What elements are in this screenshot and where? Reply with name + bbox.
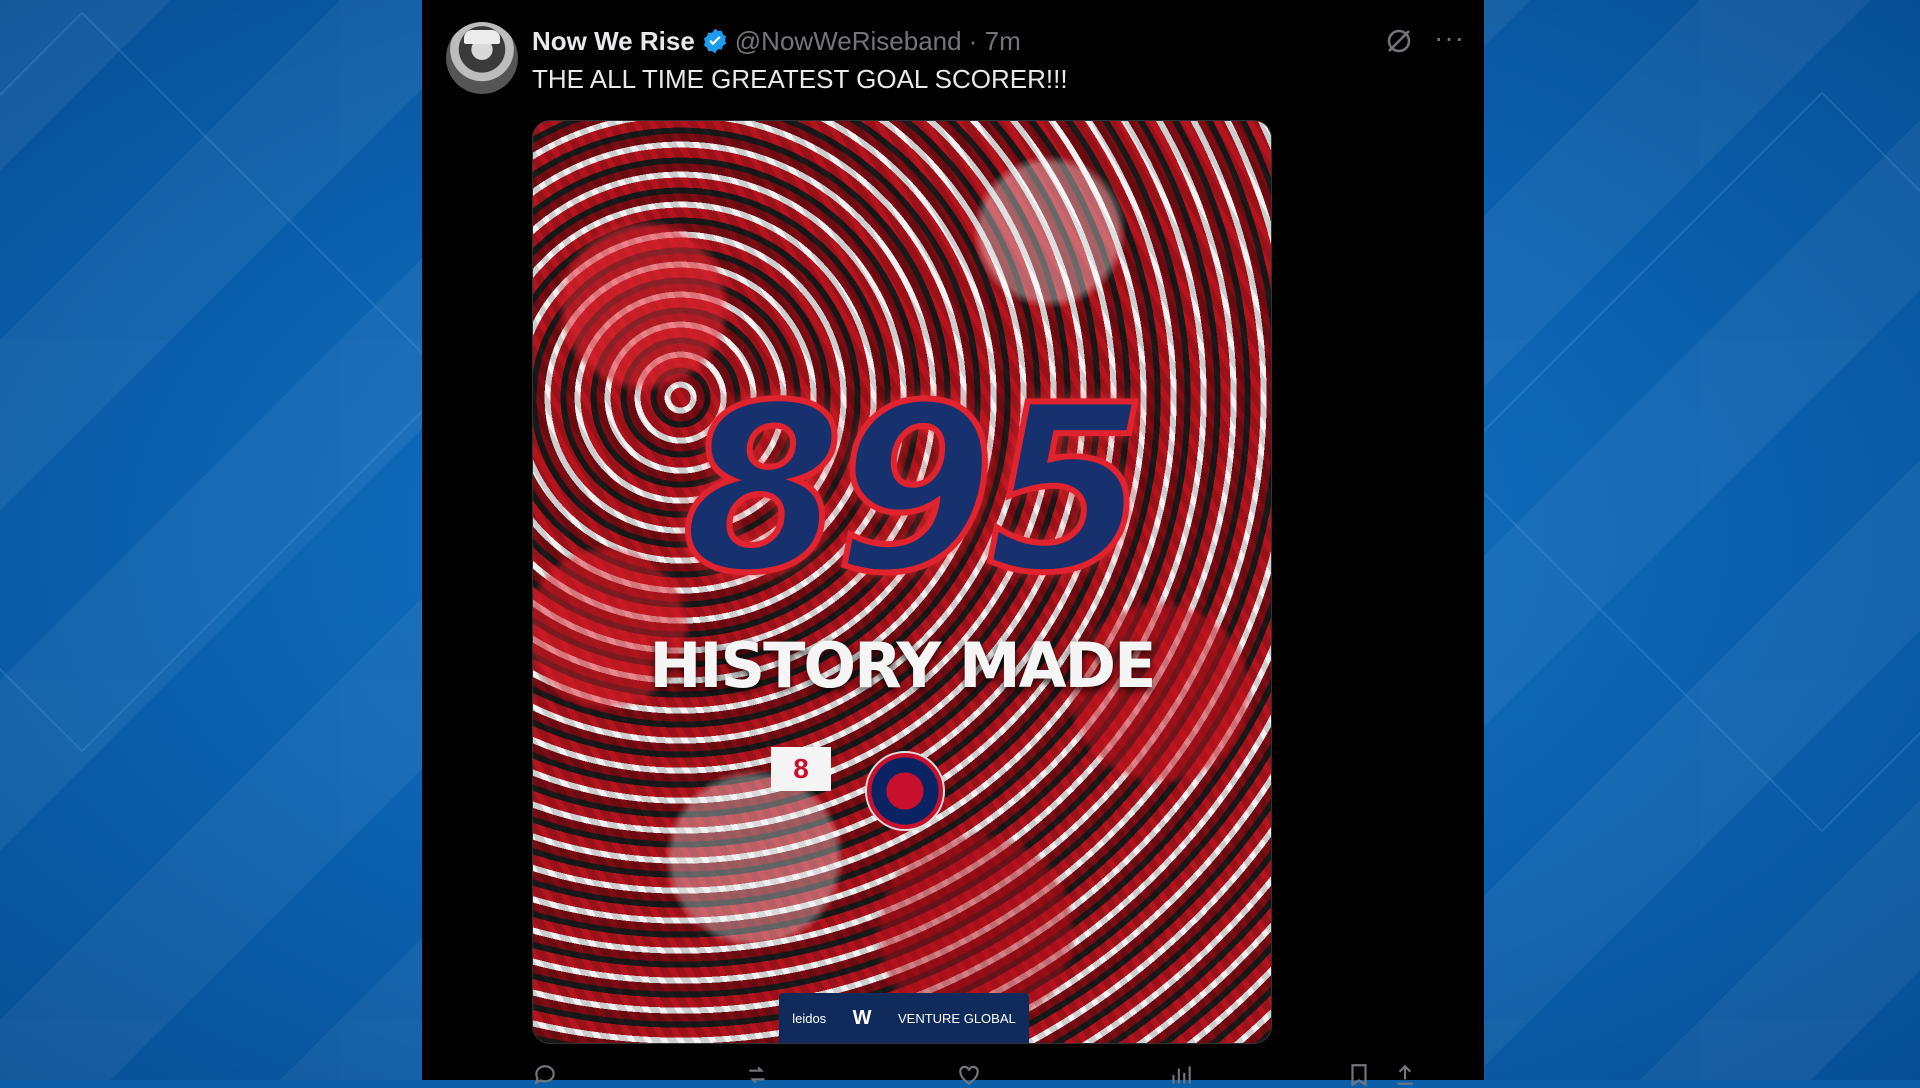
avatar[interactable] [446, 22, 518, 94]
verified-badge-icon [703, 28, 726, 54]
tweet-actions [532, 1062, 1413, 1088]
media-big-number: 895 [680, 357, 1150, 624]
tweet-panel: Now We Rise @NowWeRiseband · 7m THE ALL … [422, 0, 1484, 1087]
sponsor-leidos: leidos [792, 1010, 827, 1026]
media-headline: HISTORY MADE [649, 629, 1157, 702]
like-icon[interactable] [956, 1062, 982, 1088]
tweet-text: THE ALL TIME GREATEST GOAL SCORER!!! [532, 64, 1068, 94]
media-sign: 8 [771, 747, 831, 791]
sponsor-venture-global: VENTURE GLOBAL [897, 1010, 1016, 1026]
author-handle-time[interactable]: @NowWeRiseband · 7m [735, 24, 1021, 58]
bookmark-icon[interactable] [1346, 1062, 1372, 1088]
author-name[interactable]: Now We Rise [532, 24, 695, 58]
reply-icon[interactable] [532, 1062, 558, 1088]
sponsor-bar: leidos W VENTURE GLOBAL [779, 993, 1029, 1043]
share-icon[interactable] [1392, 1062, 1418, 1088]
capitals-w-logo: W [852, 1006, 872, 1029]
retweet-icon[interactable] [744, 1062, 770, 1088]
tweet-media-image[interactable]: 895 HISTORY MADE 8 leidos W VENTURE GLOB… [532, 120, 1272, 1044]
capitals-badge-logo [865, 751, 945, 831]
more-icon[interactable]: ··· [1434, 24, 1468, 52]
background-diamond-right [1451, 91, 1920, 833]
tweet-header: Now We Rise @NowWeRiseband · 7m [532, 24, 1021, 58]
grok-icon[interactable] [1384, 26, 1414, 56]
views-icon[interactable] [1168, 1062, 1194, 1088]
background-diamond-left [0, 11, 453, 753]
